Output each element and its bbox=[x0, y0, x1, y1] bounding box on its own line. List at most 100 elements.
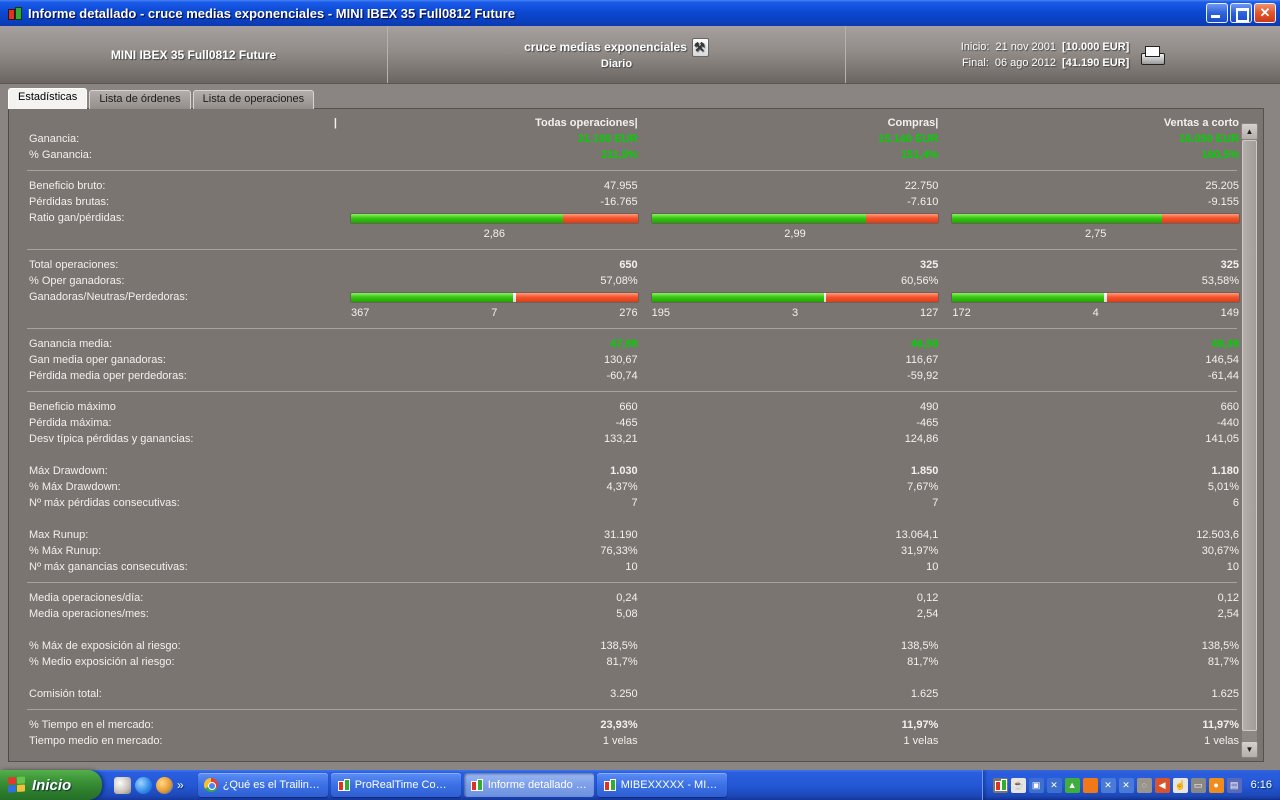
stat-label: Pérdida máxima: bbox=[29, 417, 112, 429]
quick-launch: » bbox=[102, 776, 192, 794]
quick-launch-ie-icon[interactable] bbox=[135, 776, 152, 794]
stat-value: 81,7% bbox=[1207, 656, 1240, 668]
minimize-button[interactable] bbox=[1206, 3, 1228, 23]
stat-value: 31.190 bbox=[604, 529, 638, 541]
print-icon[interactable] bbox=[1139, 45, 1166, 65]
tab-estadisticas[interactable]: Estadísticas bbox=[8, 88, 88, 109]
stat-value: 12.503,6 bbox=[1196, 529, 1240, 541]
candlestick-icon bbox=[603, 778, 616, 792]
stat-row: % Oper ganadoras: 57,08% 60,56% 53,58% bbox=[19, 273, 1239, 289]
stat-row: % Máx de exposición al riesgo: 138,5% 138,… bbox=[19, 638, 1239, 654]
stat-value-bar bbox=[638, 292, 939, 302]
stat-value: 53,58% bbox=[1201, 275, 1240, 287]
task-button[interactable]: Informe detallado - cr... bbox=[463, 773, 594, 797]
firefox-icon[interactable]: ● bbox=[1208, 777, 1224, 793]
tab-lista-de-operaciones[interactable]: Lista de operaciones bbox=[192, 90, 315, 109]
java-icon[interactable]: ☕ bbox=[1010, 777, 1026, 793]
candlestick-icon[interactable] bbox=[992, 777, 1008, 793]
count-value: 172 bbox=[952, 307, 971, 319]
stat-row: Pérdidas brutas: -16.765 -7.610 -9.155 bbox=[19, 194, 1239, 210]
window-title: Informe detallado - cruce medias exponen… bbox=[28, 5, 515, 21]
update-icon[interactable]: ▲ bbox=[1064, 777, 1080, 793]
stat-value: 3.250 bbox=[610, 688, 638, 700]
count-value: 195 bbox=[651, 307, 671, 319]
stat-label: % Máx Runup: bbox=[29, 545, 102, 557]
task-button[interactable]: MIBEXXXXX - MINI IB... bbox=[596, 773, 727, 797]
tab-lista-de-ordenes[interactable]: Lista de órdenes bbox=[89, 90, 191, 109]
stat-value: 16.050 EUR bbox=[1179, 133, 1240, 145]
stat-row: Comisión total: 3.250 1.625 1.625 bbox=[19, 686, 1239, 702]
bar-red-segment bbox=[826, 292, 939, 302]
scroll-track[interactable] bbox=[1242, 140, 1257, 741]
task-button[interactable]: ¿Qué es el Trailing St... bbox=[197, 773, 328, 797]
cursor-mark: | bbox=[333, 117, 337, 129]
stat-value: 31.190 EUR bbox=[577, 133, 638, 145]
task-button-label: MIBEXXXXX - MINI IB... bbox=[620, 779, 721, 791]
stat-value: 116,67 bbox=[905, 354, 939, 366]
stat-row: Pérdida media oper perdedoras: -60,74 -59,… bbox=[19, 368, 1239, 384]
stat-value: 76,33% bbox=[600, 545, 638, 557]
stat-label: % Oper ganadoras: bbox=[29, 275, 125, 287]
bar-red-segment bbox=[1107, 292, 1239, 302]
monitor-icon[interactable]: ▭ bbox=[1190, 777, 1206, 793]
ratio-bar bbox=[351, 213, 638, 223]
stat-value-bar bbox=[938, 292, 1239, 302]
stat-value: 311,9% bbox=[600, 149, 638, 161]
stat-value-bar bbox=[638, 213, 939, 223]
notes-icon[interactable]: ▤ bbox=[1226, 777, 1242, 793]
volume-icon[interactable]: ◀ bbox=[1154, 777, 1170, 793]
stat-label: Beneficio bruto: bbox=[29, 180, 106, 192]
stat-label: % Tiempo en el mercado: bbox=[29, 719, 154, 731]
stat-value-bar bbox=[337, 213, 638, 223]
bar-green-segment bbox=[952, 292, 1104, 302]
ratio-value: 2,99 bbox=[638, 228, 939, 240]
stat-value: 46,58 bbox=[910, 338, 939, 350]
scroll-up-button[interactable]: ▲ bbox=[1241, 123, 1258, 140]
stat-value: -465 bbox=[615, 417, 638, 429]
orange-app-icon[interactable] bbox=[1082, 777, 1098, 793]
stats-table-body: Ganancia: 31.190 EUR 15.140 EUR 16.050 EUR%… bbox=[19, 131, 1240, 749]
stat-label: Beneficio máximo bbox=[29, 401, 116, 413]
vertical-scrollbar[interactable]: ▲ ▼ bbox=[1241, 123, 1258, 758]
start-button[interactable]: Inicio bbox=[0, 770, 102, 800]
scroll-down-button[interactable]: ▼ bbox=[1241, 741, 1258, 758]
scroll-thumb[interactable] bbox=[1242, 140, 1257, 731]
stat-value: 160,5% bbox=[1201, 149, 1240, 161]
network-error-icon[interactable]: ✕ bbox=[1046, 777, 1062, 793]
stat-value: 10 bbox=[625, 561, 638, 573]
quick-launch-media-icon[interactable] bbox=[156, 776, 173, 794]
stat-value: 146,54 bbox=[1205, 354, 1240, 366]
hand-cursor-icon[interactable]: ☝ bbox=[1172, 777, 1188, 793]
bar-green-segment bbox=[651, 213, 867, 223]
inicio-date: 21 nov 2001 bbox=[995, 40, 1057, 53]
count-value: 367 bbox=[351, 307, 370, 319]
count-value: 127 bbox=[919, 307, 939, 319]
stat-label: Pérdida media oper perdedoras: bbox=[29, 370, 187, 382]
quick-launch-outlook-icon[interactable] bbox=[114, 776, 131, 794]
column-header-compras[interactable]: Compras| bbox=[638, 117, 939, 129]
pdf-export-icon[interactable] bbox=[691, 37, 709, 57]
task-button[interactable]: ProRealTime Complete bbox=[330, 773, 461, 797]
bar-green-segment bbox=[351, 213, 564, 223]
stat-value: 1.180 bbox=[1211, 465, 1240, 477]
task-button-label: ¿Qué es el Trailing St... bbox=[222, 779, 322, 791]
quick-launch-overflow-chevron[interactable]: » bbox=[177, 778, 184, 792]
close-button[interactable] bbox=[1254, 3, 1276, 23]
bar-green-segment bbox=[651, 292, 824, 302]
stat-value: 1.850 bbox=[910, 465, 939, 477]
network-error2-icon[interactable]: ✕ bbox=[1118, 777, 1134, 793]
stat-row: Beneficio bruto: 47.955 22.750 25.205 bbox=[19, 178, 1239, 194]
spacer-row bbox=[19, 670, 1239, 686]
column-header-todas[interactable]: Todas operaciones| bbox=[337, 117, 638, 129]
column-header-ventas[interactable]: Ventas a corto bbox=[938, 117, 1239, 129]
stat-value: 5,08 bbox=[616, 608, 638, 620]
restore-button[interactable] bbox=[1230, 3, 1252, 23]
stat-value: 60,56% bbox=[901, 275, 939, 287]
stat-value: -440 bbox=[1216, 417, 1240, 429]
speaker-muted-icon[interactable]: ◌ bbox=[1136, 777, 1152, 793]
stat-row: Media operaciones/mes: 5,08 2,54 2,54 bbox=[19, 606, 1239, 622]
count-value: 7 bbox=[491, 307, 498, 319]
network-computers-icon[interactable]: ▣ bbox=[1028, 777, 1044, 793]
task-button-label: Informe detallado - cr... bbox=[487, 779, 588, 791]
wireless-error-icon[interactable]: ✕ bbox=[1100, 777, 1116, 793]
